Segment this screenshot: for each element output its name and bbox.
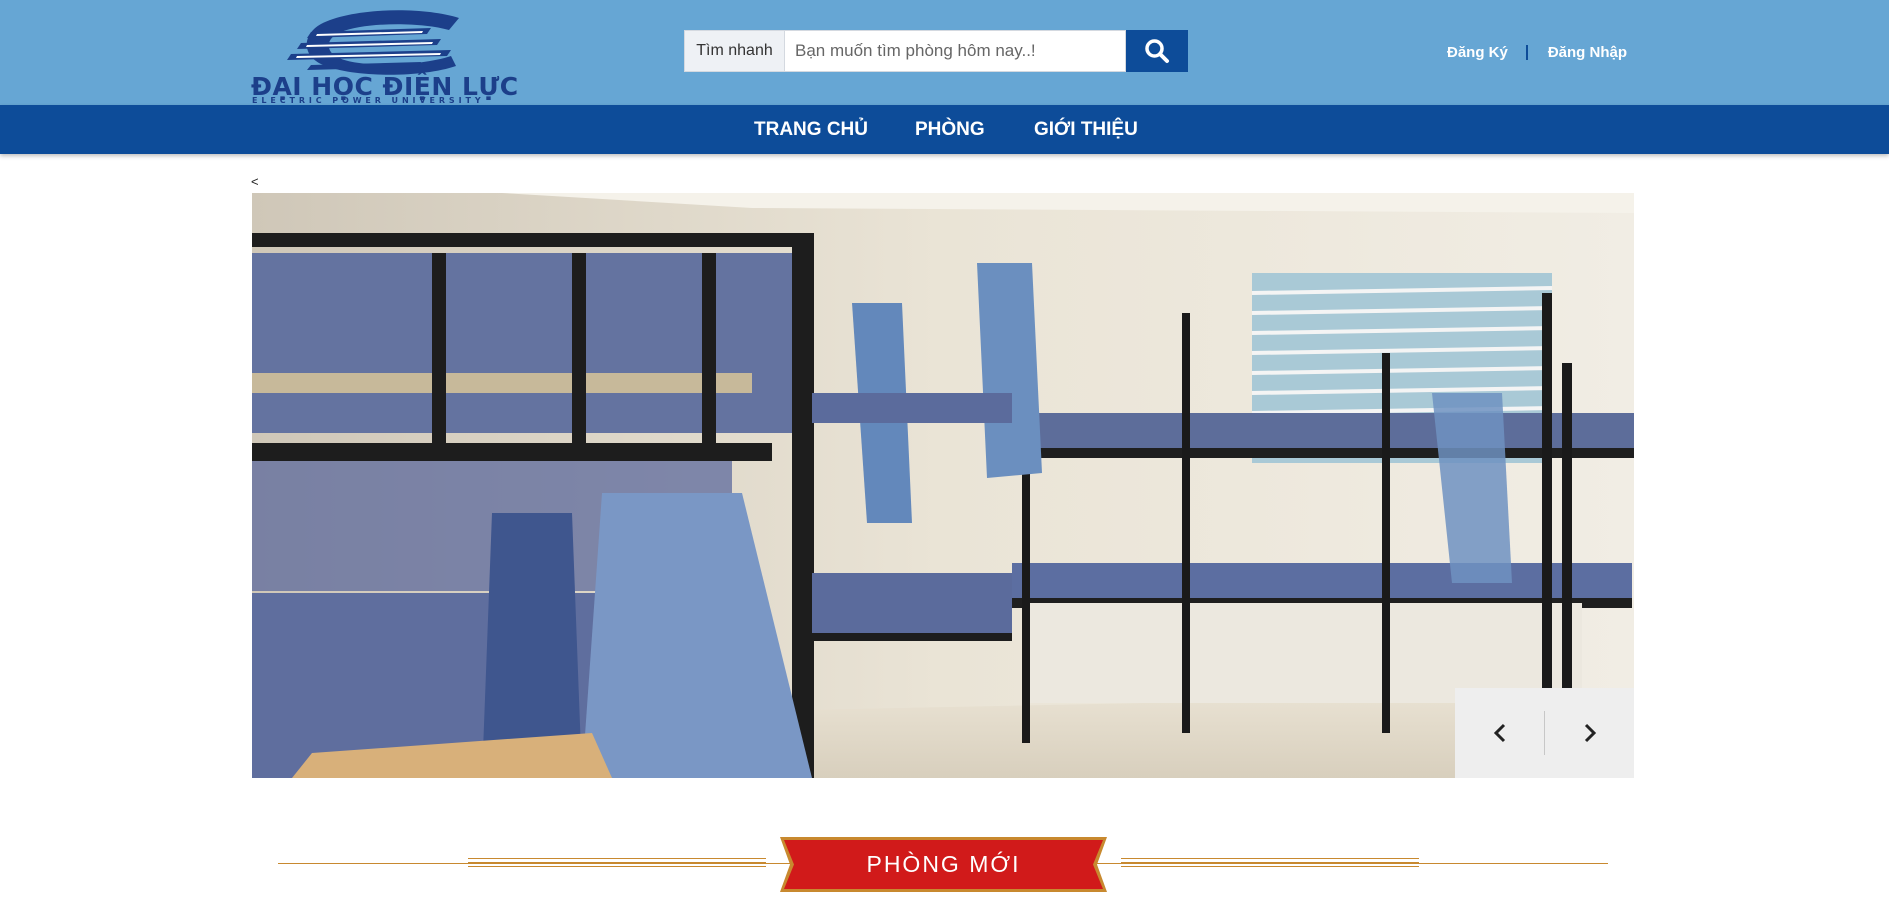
login-link[interactable]: Đăng Nhập [1548,44,1627,61]
slider-prev-button[interactable] [1455,688,1544,778]
search-icon [1145,39,1169,63]
section-left-lines [468,858,766,870]
nav-item-home[interactable]: TRANG CHỦ [754,105,868,154]
logo-emblem-icon [287,10,459,75]
main-nav: TRANG CHỦ PHÒNG GIỚI THIỆU [0,105,1889,154]
auth-divider [1525,45,1528,60]
logo-subtitle: ELECTRIC POWER UNIVERSITY [252,96,485,105]
quick-search-form: Tìm nhanh [684,30,1188,72]
search-label: Tìm nhanh [684,30,784,72]
university-logo[interactable]: ĐẠI HỌC ĐIỆN LỰC ELECTRIC POWER UNIVERSI… [251,10,535,105]
register-link[interactable]: Đăng Ký [1447,44,1508,61]
slider-next-button[interactable] [1545,688,1634,778]
slider-controls [1455,688,1634,778]
nav-item-about[interactable]: GIỚI THIỆU [1034,105,1138,154]
slider-image [252,193,1634,778]
search-button[interactable] [1126,30,1188,72]
nav-item-rooms[interactable]: PHÒNG [915,105,985,154]
auth-links: Đăng Ký Đăng Nhập [1447,44,1627,61]
section-title: PHÒNG MỚI [866,851,1021,877]
site-header: ĐẠI HỌC ĐIỆN LỰC ELECTRIC POWER UNIVERSI… [0,0,1889,105]
section-right-lines [1121,858,1419,870]
chevron-left-icon [1493,723,1505,743]
dorm-room-photo [252,193,1634,778]
chevron-right-icon [1584,723,1596,743]
slider-prev-text[interactable]: < [251,174,259,189]
search-input[interactable] [784,30,1126,72]
